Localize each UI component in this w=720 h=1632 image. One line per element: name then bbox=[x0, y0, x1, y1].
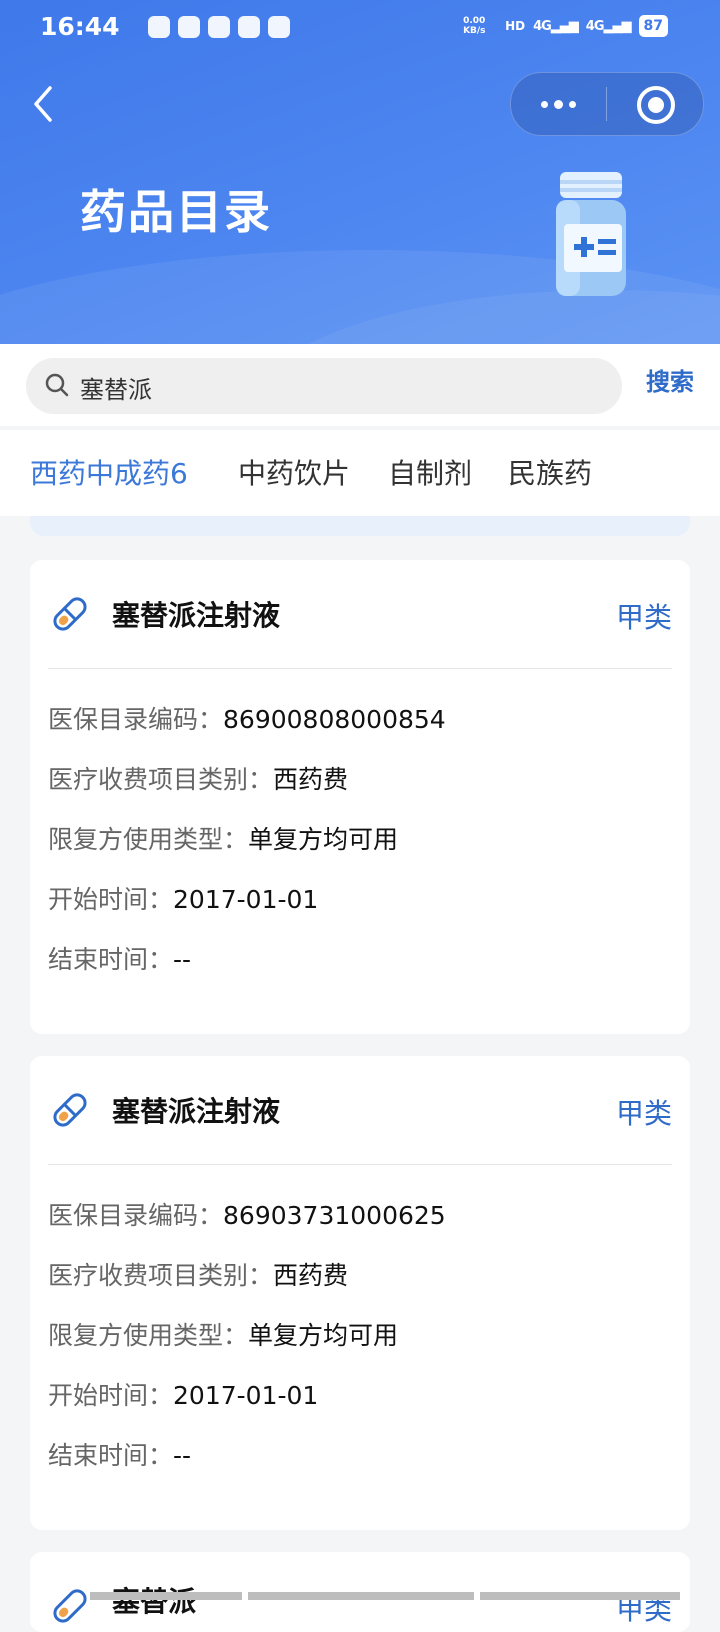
field-start-date: 开始时间：2017-01-01 bbox=[48, 885, 319, 914]
status-time: 16:44 bbox=[40, 12, 120, 41]
page-title: 药品目录 bbox=[80, 185, 272, 239]
hd-icon: HD bbox=[505, 19, 526, 33]
category-tabs: 西药中成药6 中药饮片 自制剂 民族药 bbox=[0, 430, 720, 516]
field-compound-type: 限复方使用类型：单复方均可用 bbox=[48, 1321, 399, 1350]
system-icons: 0.00 KB/s HD 4G▂▄▆ 4G▂▄▆ 87 bbox=[463, 15, 668, 37]
pill-icon bbox=[53, 597, 87, 631]
app-notification-icon bbox=[208, 16, 230, 38]
more-dots-icon bbox=[541, 101, 548, 108]
tab-in-house-preparation[interactable]: 自制剂 bbox=[388, 452, 472, 492]
drug-card[interactable]: 塞替派注射液 甲类 医保目录编码：86900808000854 医疗收费项目类别… bbox=[30, 560, 690, 1034]
app-notification-icon bbox=[178, 16, 200, 38]
header: 16:44 0.00 KB/s HD 4G▂▄▆ 4G▂▄▆ 87 药品目录 bbox=[0, 0, 720, 344]
net-speed: 0.00 KB/s bbox=[463, 16, 486, 36]
drug-card[interactable]: 塞替派注射液 甲类 医保目录编码：86903731000625 医疗收费项目类别… bbox=[30, 1056, 690, 1530]
search-button[interactable]: 搜索 bbox=[646, 362, 694, 397]
app-notification-icon bbox=[238, 16, 260, 38]
loading-bar bbox=[480, 1592, 680, 1600]
drug-name: 塞替派注射液 bbox=[112, 599, 281, 632]
search-icon bbox=[45, 373, 69, 397]
field-catalog-code: 医保目录编码：86903731000625 bbox=[48, 1201, 446, 1230]
field-end-date: 结束时间：-- bbox=[48, 1441, 192, 1470]
pill-icon bbox=[53, 1093, 87, 1127]
search-input[interactable]: 塞替派 bbox=[26, 358, 622, 414]
tab-underline-strip bbox=[30, 516, 690, 536]
field-compound-type: 限复方使用类型：单复方均可用 bbox=[48, 825, 399, 854]
search-bar: 塞替派 搜索 bbox=[0, 344, 720, 426]
more-dots-icon bbox=[569, 101, 576, 108]
app-notification-icon bbox=[268, 16, 290, 38]
target-close-icon bbox=[648, 97, 664, 113]
tab-ethnic-medicine[interactable]: 民族药 bbox=[508, 452, 592, 492]
app-notification-icon bbox=[148, 16, 170, 38]
field-fee-category: 医疗收费项目类别：西药费 bbox=[48, 765, 349, 794]
drug-class: 甲类 bbox=[615, 601, 672, 634]
chevron-left-icon bbox=[34, 86, 52, 122]
pill-icon bbox=[53, 1589, 87, 1623]
medicine-bottle-icon bbox=[556, 172, 626, 296]
field-fee-category: 医疗收费项目类别：西药费 bbox=[48, 1261, 349, 1290]
mini-program-capsule bbox=[510, 72, 704, 136]
battery-icon: 87 bbox=[638, 15, 668, 37]
drug-class: 甲类 bbox=[615, 1097, 672, 1130]
tab-western-medicine[interactable]: 西药中成药6 bbox=[30, 452, 188, 492]
notification-icons bbox=[148, 16, 290, 38]
more-dots-icon bbox=[554, 100, 563, 109]
status-bar: 16:44 0.00 KB/s HD 4G▂▄▆ 4G▂▄▆ 87 bbox=[0, 0, 720, 58]
back-button[interactable] bbox=[28, 82, 68, 126]
signal-icon: 4G▂▄▆ bbox=[585, 18, 632, 34]
loading-bar bbox=[248, 1592, 474, 1600]
close-button[interactable] bbox=[607, 73, 703, 135]
drug-name: 塞替派注射液 bbox=[112, 1095, 281, 1128]
divider bbox=[48, 1164, 672, 1165]
more-button[interactable] bbox=[511, 73, 606, 135]
signal-icon: 4G▂▄▆ bbox=[533, 18, 579, 34]
field-start-date: 开始时间：2017-01-01 bbox=[48, 1381, 319, 1410]
loading-bar bbox=[90, 1592, 242, 1600]
tab-herbal-pieces[interactable]: 中药饮片 bbox=[238, 452, 350, 492]
drug-name: 塞替派 bbox=[112, 1585, 197, 1618]
search-value: 塞替派 bbox=[80, 376, 152, 404]
field-catalog-code: 医保目录编码：86900808000854 bbox=[48, 705, 446, 734]
divider bbox=[48, 668, 672, 669]
field-end-date: 结束时间：-- bbox=[48, 945, 192, 974]
